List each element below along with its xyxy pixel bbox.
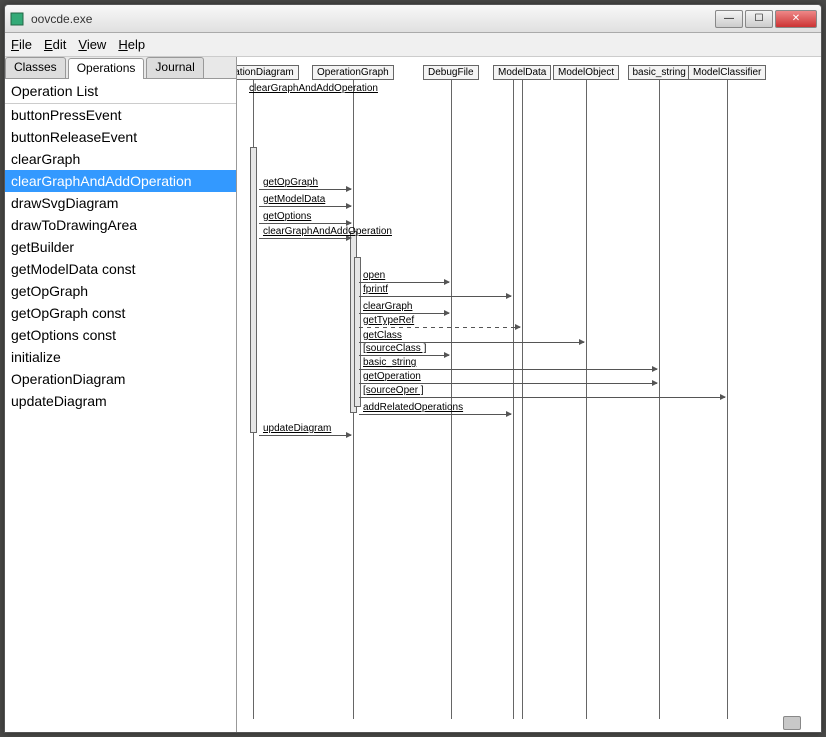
minimize-button[interactable]: —	[715, 10, 743, 28]
diagram-title: clearGraphAndAddOperation	[249, 83, 378, 94]
message-arrow	[359, 383, 657, 384]
list-item[interactable]: getOpGraph	[5, 280, 236, 302]
tab-classes[interactable]: Classes	[5, 57, 66, 78]
message-arrow	[359, 296, 511, 297]
close-button[interactable]: ✕	[775, 10, 817, 28]
message-arrow	[259, 223, 351, 224]
message-arrow	[259, 238, 351, 239]
message-arrow	[359, 355, 449, 356]
message-label[interactable]: getModelData	[263, 194, 325, 205]
lifeline	[522, 79, 523, 719]
message-label[interactable]: updateDiagram	[263, 423, 331, 434]
list-item[interactable]: OperationDiagram	[5, 368, 236, 390]
left-pane: ClassesOperationsJournal Operation List …	[5, 57, 237, 732]
message-label[interactable]: getOperation	[363, 371, 421, 382]
maximize-button[interactable]: ☐	[745, 10, 773, 28]
list-item[interactable]: getOptions const	[5, 324, 236, 346]
message-label[interactable]: fprintf	[363, 284, 388, 295]
message-label[interactable]: clearGraph	[363, 301, 412, 312]
menubar: File Edit View Help	[5, 33, 821, 57]
list-item[interactable]: getBuilder	[5, 236, 236, 258]
operation-list[interactable]: buttonPressEventbuttonReleaseEventclearG…	[5, 104, 236, 732]
message-label[interactable]: getOptions	[263, 211, 311, 222]
window-title: oovcde.exe	[31, 12, 713, 26]
lifeline-header[interactable]: basic_string	[628, 65, 691, 80]
list-item[interactable]: initialize	[5, 346, 236, 368]
message-arrow	[259, 435, 351, 436]
lifeline	[451, 79, 452, 719]
list-item[interactable]: drawSvgDiagram	[5, 192, 236, 214]
message-label[interactable]: open	[363, 270, 385, 281]
tab-operations[interactable]: Operations	[68, 58, 145, 79]
message-label[interactable]: clearGraphAndAddOperation	[263, 226, 392, 237]
list-item[interactable]: clearGraph	[5, 148, 236, 170]
message-arrow	[259, 189, 351, 190]
message-arrow	[359, 414, 511, 415]
tab-journal[interactable]: Journal	[146, 57, 203, 78]
message-arrow	[359, 313, 449, 314]
list-item[interactable]: getOpGraph const	[5, 302, 236, 324]
menu-help[interactable]: Help	[118, 37, 145, 52]
scrollbar-horizontal[interactable]	[783, 716, 801, 730]
activation-bar	[354, 257, 361, 407]
message-arrow	[359, 327, 520, 328]
list-item[interactable]: buttonPressEvent	[5, 104, 236, 126]
list-item[interactable]: clearGraphAndAddOperation	[5, 170, 236, 192]
app-icon	[9, 11, 25, 27]
menu-edit[interactable]: Edit	[44, 37, 66, 52]
message-arrow	[359, 282, 449, 283]
lifeline-header[interactable]: ModelClassifier	[688, 65, 766, 80]
message-label[interactable]: [sourceOper ]	[363, 385, 424, 396]
menu-view[interactable]: View	[78, 37, 106, 52]
message-label[interactable]: getClass	[363, 330, 402, 341]
message-label[interactable]: addRelatedOperations	[363, 402, 463, 413]
lifeline	[659, 79, 660, 719]
message-arrow	[359, 397, 725, 398]
app-window: oovcde.exe — ☐ ✕ File Edit View Help Classe…	[4, 4, 822, 733]
list-item[interactable]: drawToDrawingArea	[5, 214, 236, 236]
message-arrow	[359, 369, 657, 370]
lifeline	[727, 79, 728, 719]
titlebar[interactable]: oovcde.exe — ☐ ✕	[5, 5, 821, 33]
list-item[interactable]: getModelData const	[5, 258, 236, 280]
message-label[interactable]: [sourceClass ]	[363, 343, 426, 354]
operation-list-header: Operation List	[5, 79, 236, 104]
lifeline-header[interactable]: ModelData	[493, 65, 551, 80]
lifeline-header[interactable]: ModelObject	[553, 65, 619, 80]
client-area: ClassesOperationsJournal Operation List …	[5, 57, 821, 732]
message-label[interactable]: getOpGraph	[263, 177, 318, 188]
menu-file[interactable]: File	[11, 37, 32, 52]
lifeline	[513, 79, 514, 719]
lifeline	[586, 79, 587, 719]
tabstrip: ClassesOperationsJournal	[5, 57, 236, 79]
list-item[interactable]: buttonReleaseEvent	[5, 126, 236, 148]
list-item[interactable]: updateDiagram	[5, 390, 236, 412]
message-label[interactable]: basic_string	[363, 357, 416, 368]
message-arrow	[259, 206, 351, 207]
lifeline-header[interactable]: DebugFile	[423, 65, 479, 80]
message-label[interactable]: getTypeRef	[363, 315, 414, 326]
activation-bar	[250, 147, 257, 433]
sequence-diagram[interactable]: OperationDiagram OperationGraph DebugFile M…	[237, 57, 821, 732]
lifeline-header[interactable]: OperationDiagram	[237, 65, 299, 80]
lifeline-header[interactable]: OperationGraph	[312, 65, 394, 80]
